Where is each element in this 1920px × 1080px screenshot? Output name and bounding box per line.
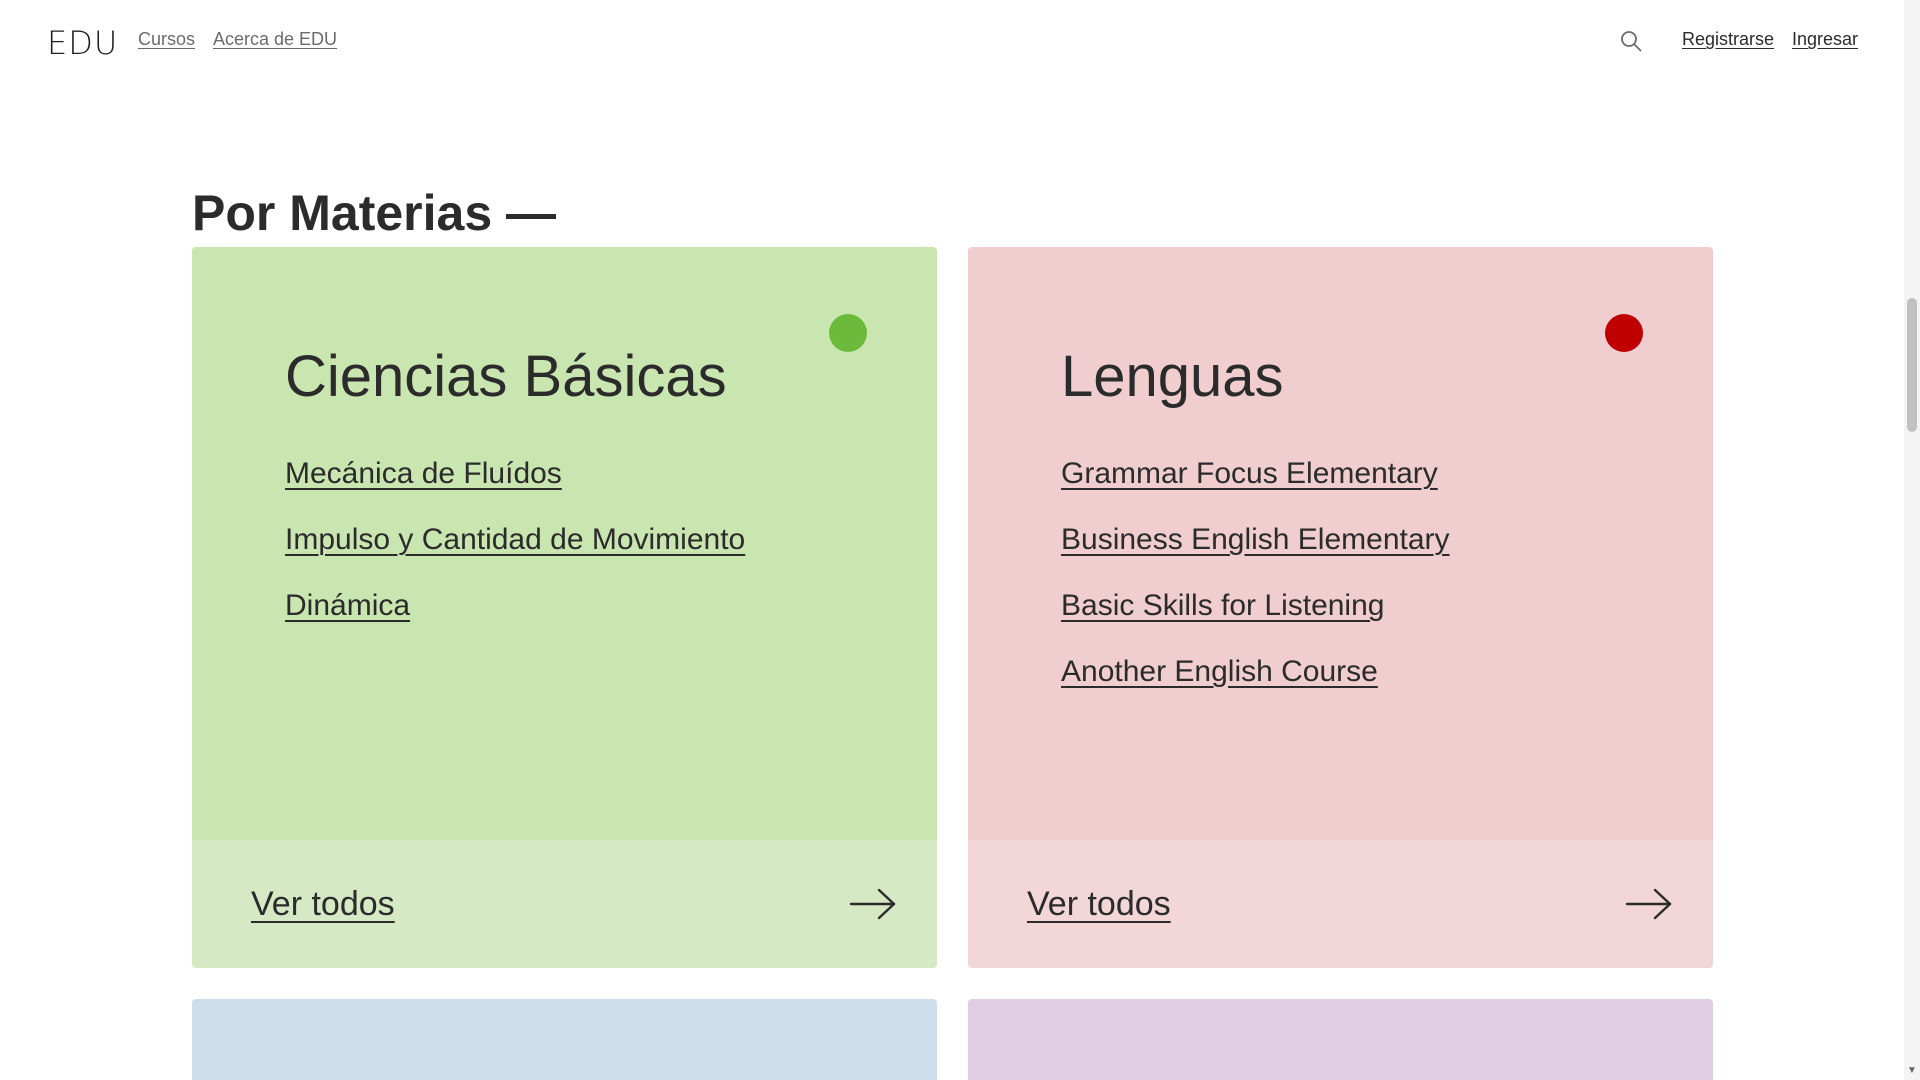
list-item: Dinámica (285, 589, 745, 655)
scroll-thumb[interactable] (1907, 298, 1917, 432)
register-link[interactable]: Registrarse (1682, 29, 1774, 50)
course-link[interactable]: Basic Skills for Listening (1061, 589, 1384, 622)
page: EDU Cursos Acerca de EDU Registrarse Ing… (0, 0, 1920, 1080)
nav-link-cursos[interactable]: Cursos (138, 29, 195, 50)
scrollbar[interactable]: ▼ (1904, 0, 1920, 1080)
subject-card-ciencias-basicas: Ciencias Básicas Mecánica de Fluídos Imp… (192, 247, 937, 968)
see-all-link[interactable]: Ver todos (1027, 885, 1171, 924)
list-item: Basic Skills for Listening (1061, 589, 1450, 655)
list-item: Business English Elementary (1061, 523, 1450, 589)
card-footer: Ver todos (968, 840, 1713, 968)
course-link[interactable]: Business English Elementary (1061, 523, 1450, 556)
course-list: Mecánica de Fluídos Impulso y Cantidad d… (285, 457, 745, 655)
course-link[interactable]: Another English Course (1061, 655, 1378, 688)
course-link[interactable]: Grammar Focus Elementary (1061, 457, 1438, 490)
subject-card-partial-purple (968, 999, 1713, 1080)
course-link[interactable]: Impulso y Cantidad de Movimiento (285, 523, 745, 556)
see-all-link[interactable]: Ver todos (251, 885, 395, 924)
list-item: Grammar Focus Elementary (1061, 457, 1450, 523)
course-link[interactable]: Mecánica de Fluídos (285, 457, 562, 490)
login-link[interactable]: Ingresar (1792, 29, 1858, 50)
arrow-right-icon[interactable] (849, 887, 897, 921)
section-title: Por Materias — (192, 185, 557, 241)
list-item: Mecánica de Fluídos (285, 457, 745, 523)
card-title: Ciencias Básicas (285, 344, 727, 409)
course-list: Grammar Focus Elementary Business Englis… (1061, 457, 1450, 721)
nav-link-acerca[interactable]: Acerca de EDU (213, 29, 337, 50)
site-logo[interactable]: EDU (47, 24, 118, 62)
subject-card-lenguas: Lenguas Grammar Focus Elementary Busines… (968, 247, 1713, 968)
site-header: EDU Cursos Acerca de EDU Registrarse Ing… (0, 0, 1904, 80)
card-body: Ciencias Básicas Mecánica de Fluídos Imp… (192, 247, 937, 840)
list-item: Another English Course (1061, 655, 1450, 721)
color-dot (829, 314, 867, 352)
course-link[interactable]: Dinámica (285, 589, 410, 622)
list-item: Impulso y Cantidad de Movimiento (285, 523, 745, 589)
subject-card-partial-blue (192, 999, 937, 1080)
card-body: Lenguas Grammar Focus Elementary Busines… (968, 247, 1713, 840)
chevron-down-icon[interactable]: ▼ (1907, 1066, 1917, 1076)
card-footer: Ver todos (192, 840, 937, 968)
search-icon[interactable] (1618, 28, 1644, 54)
card-title: Lenguas (1061, 344, 1284, 409)
arrow-right-icon[interactable] (1625, 887, 1673, 921)
color-dot (1605, 314, 1643, 352)
